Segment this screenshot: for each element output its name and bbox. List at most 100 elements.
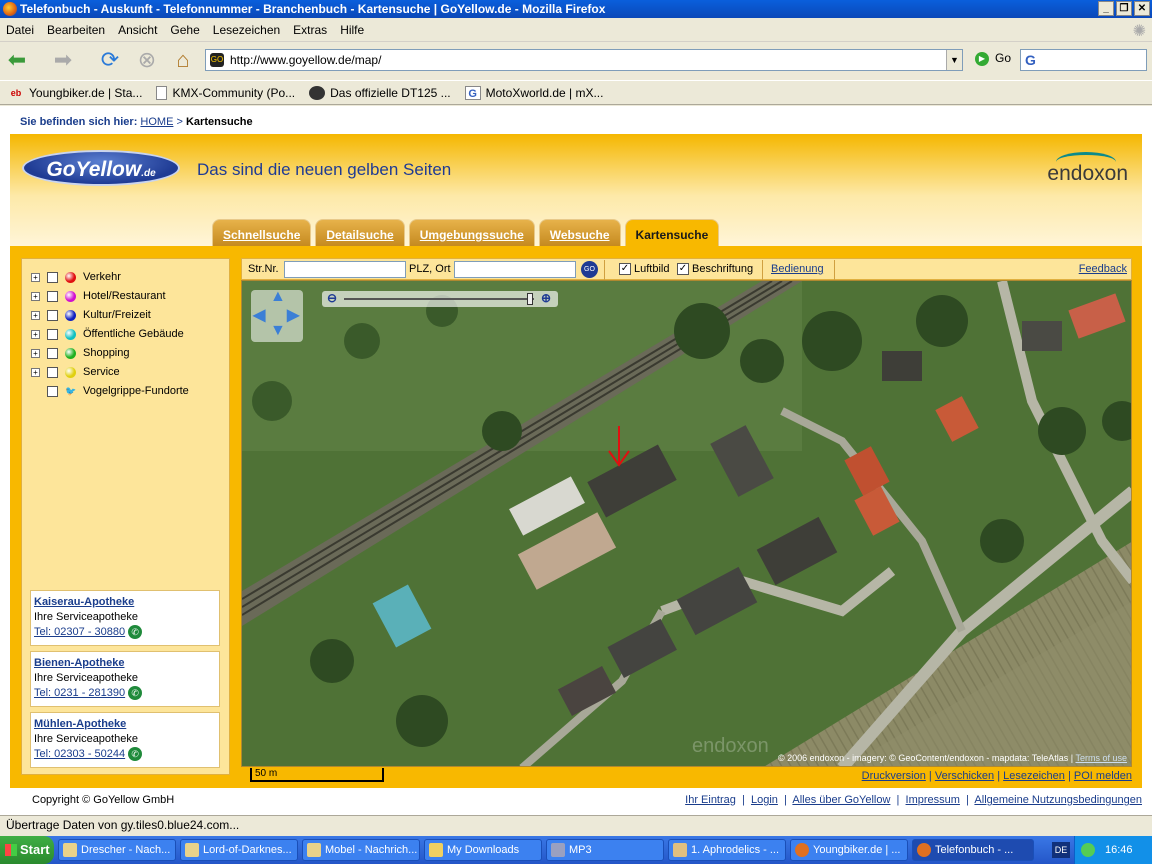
go-arrow-icon: ▶	[975, 51, 989, 66]
footer-link-about[interactable]: Alles über GoYellow	[792, 794, 890, 806]
expand-icon[interactable]: +	[31, 367, 40, 377]
pan-up-icon[interactable]: ▲	[270, 288, 286, 306]
menu-hilfe[interactable]: Hilfe	[340, 23, 364, 37]
help-link[interactable]: Bedienung	[771, 263, 824, 275]
taskbar-item[interactable]: My Downloads	[424, 839, 542, 861]
category-checkbox[interactable]	[47, 328, 58, 340]
zoom-out-icon[interactable]: ⊖	[327, 291, 337, 305]
language-indicator[interactable]: DE	[1052, 842, 1070, 858]
category-checkbox[interactable]	[47, 309, 58, 321]
expand-icon[interactable]: +	[31, 272, 40, 282]
feedback-link[interactable]: Feedback	[1079, 263, 1127, 275]
stop-icon[interactable]: ⊗	[134, 48, 160, 72]
report-poi-link[interactable]: POI melden	[1074, 770, 1132, 782]
aerial-checkbox[interactable]: ✓	[619, 263, 631, 275]
zoom-slider-handle[interactable]	[527, 293, 533, 305]
music-icon	[673, 843, 687, 857]
mail-icon	[63, 843, 77, 857]
taskbar-item[interactable]: MP3	[546, 839, 664, 861]
menu-ansicht[interactable]: Ansicht	[118, 23, 157, 37]
minimize-button[interactable]: _	[1098, 1, 1114, 16]
menu-datei[interactable]: Datei	[6, 23, 34, 37]
map-go-button[interactable]: GO	[581, 261, 598, 278]
pan-down-icon[interactable]: ▼	[270, 322, 286, 340]
reload-icon[interactable]: ⟳	[97, 48, 123, 72]
taskbar-item[interactable]: Mobel - Nachrich...	[302, 839, 420, 861]
tab-umgebungssuche[interactable]: Umgebungssuche	[408, 219, 535, 246]
footer-link-login[interactable]: Login	[751, 794, 778, 806]
menu-gehe[interactable]: Gehe	[170, 23, 199, 37]
footer-link-impressum[interactable]: Impressum	[906, 794, 960, 806]
phone-icon[interactable]: ✆	[128, 686, 143, 701]
taskbar-item[interactable]: Telefonbuch - ...	[912, 839, 1034, 861]
pan-control[interactable]: ▲ ▼ ◀ ▶	[251, 288, 303, 342]
address-bar[interactable]: GO http://www.goyellow.de/map/	[205, 49, 963, 71]
expand-icon[interactable]: +	[31, 329, 40, 339]
forward-icon[interactable]: ➡	[50, 48, 76, 72]
expand-icon[interactable]: +	[31, 291, 40, 301]
terms-link[interactable]: Terms of use	[1075, 753, 1127, 763]
map-copyright: © 2006 endoxon - imagery: © GeoContent/e…	[778, 753, 1127, 763]
tab-kartensuche[interactable]: Kartensuche	[624, 219, 720, 246]
maximize-button[interactable]: ❐	[1116, 1, 1132, 16]
send-link[interactable]: Verschicken	[935, 770, 994, 782]
aerial-map[interactable]: ▲ ▼ ◀ ▶ ⊖ ⊕ endoxon © 2006 endoxon - ima…	[241, 280, 1132, 767]
bookmark-link[interactable]: Lesezeichen	[1003, 770, 1065, 782]
title-bar: Telefonbuch - Auskunft - Telefonnummer -…	[0, 0, 1152, 18]
menu-bearbeiten[interactable]: Bearbeiten	[47, 23, 105, 37]
footer-link-terms[interactable]: Allgemeine Nutzungsbedingungen	[974, 794, 1142, 806]
close-button[interactable]: ✕	[1134, 1, 1150, 16]
search-input[interactable]: G	[1020, 49, 1147, 71]
category-checkbox[interactable]	[47, 366, 58, 378]
breadcrumb-home-link[interactable]: HOME	[140, 116, 173, 128]
ad-phone-link[interactable]: Tel: 0231 - 281390	[34, 687, 125, 699]
menu-lesezeichen[interactable]: Lesezeichen	[213, 23, 280, 37]
category-checkbox[interactable]	[47, 347, 58, 359]
zoom-in-icon[interactable]: ⊕	[541, 291, 551, 305]
back-icon[interactable]: ⬅	[4, 48, 30, 72]
ad-description: Ihre Serviceapotheke	[34, 733, 138, 745]
bookmark-item[interactable]: Das offizielle DT125 ...	[309, 85, 451, 100]
tab-detailsuche[interactable]: Detailsuche	[315, 219, 405, 246]
bookmark-item[interactable]: eb Youngbiker.de | Sta...	[8, 86, 143, 100]
url-dropdown-icon[interactable]: ▼	[946, 50, 962, 70]
start-button[interactable]: Start	[0, 836, 54, 864]
bookmark-item[interactable]: KMX-Community (Po...	[156, 85, 295, 100]
phone-icon[interactable]: ✆	[128, 747, 143, 762]
home-icon[interactable]: ⌂	[170, 48, 196, 72]
phone-icon[interactable]: ✆	[128, 625, 143, 640]
street-input[interactable]	[284, 261, 406, 278]
zoom-slider-track[interactable]	[344, 298, 534, 300]
tab-websuche[interactable]: Websuche	[538, 219, 621, 246]
taskbar-item[interactable]: Youngbiker.de | ...	[790, 839, 908, 861]
labels-checkbox[interactable]: ✓	[677, 263, 689, 275]
expand-icon[interactable]: +	[31, 310, 40, 320]
category-checkbox[interactable]	[47, 385, 58, 397]
category-checkbox[interactable]	[47, 290, 58, 302]
ad-phone-link[interactable]: Tel: 02303 - 50244	[34, 748, 125, 760]
magenta-dot-icon	[65, 290, 76, 302]
ad-phone-link[interactable]: Tel: 02307 - 30880	[34, 626, 125, 638]
expand-icon[interactable]: +	[31, 348, 40, 358]
ad-name-link[interactable]: Bienen-Apotheke	[34, 656, 216, 671]
menu-extras[interactable]: Extras	[293, 23, 327, 37]
zoom-control: ⊖ ⊕	[322, 291, 558, 307]
goyellow-logo[interactable]: GoYellow.de	[22, 150, 180, 186]
print-link[interactable]: Druckversion	[862, 770, 926, 782]
go-button[interactable]: ▶ Go	[975, 51, 1011, 66]
taskbar-item[interactable]: Drescher - Nach...	[58, 839, 176, 861]
tray-app-icon[interactable]	[1081, 843, 1095, 857]
ad-name-link[interactable]: Kaiserau-Apotheke	[34, 595, 216, 610]
plz-input[interactable]	[454, 261, 576, 278]
category-checkbox[interactable]	[47, 271, 58, 283]
bookmark-item[interactable]: G MotoXworld.de | mX...	[464, 85, 603, 100]
tab-schnellsuche[interactable]: Schnellsuche	[212, 219, 312, 246]
taskbar-item[interactable]: Lord-of-Darknes...	[180, 839, 298, 861]
pan-left-icon[interactable]: ◀	[253, 305, 265, 325]
endoxon-logo[interactable]: endoxon	[1047, 162, 1128, 186]
pan-right-icon[interactable]: ▶	[287, 305, 299, 325]
ad-name-link[interactable]: Mühlen-Apotheke	[34, 717, 216, 732]
category-item-hotel: + Hotel/Restaurant	[31, 288, 166, 304]
footer-link-eintrag[interactable]: Ihr Eintrag	[685, 794, 736, 806]
taskbar-item[interactable]: 1. Aphrodelics - ...	[668, 839, 786, 861]
